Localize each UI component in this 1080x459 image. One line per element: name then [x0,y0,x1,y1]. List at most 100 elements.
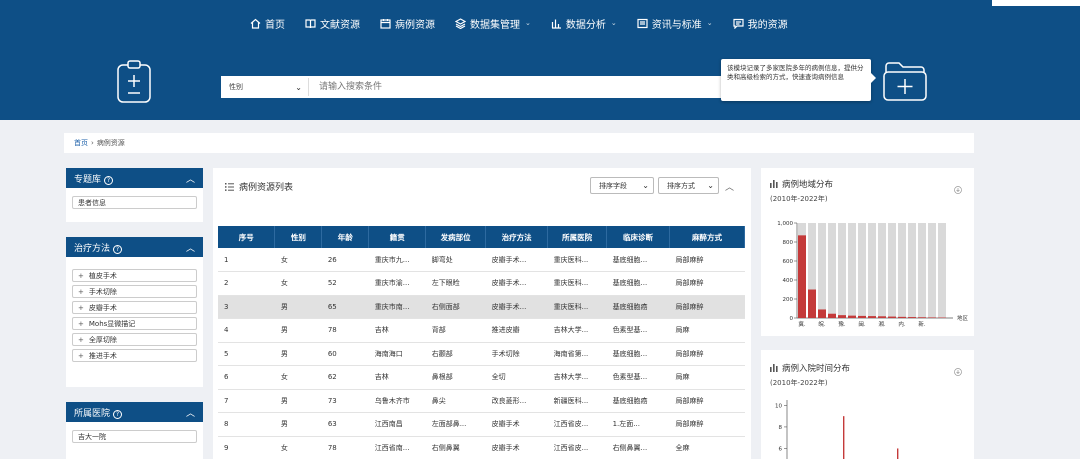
collapse-icon[interactable]: ︿ [725,180,734,193]
treatment-item[interactable]: + 植皮手术 [72,269,197,282]
chevron-up-icon[interactable]: ︿ [186,172,195,185]
table-row[interactable]: 6 女 62 吉林 鼻根部 全切 吉林大学... 色素型基... 局麻 [218,365,745,390]
column-header[interactable]: 麻醉方式 [669,226,745,248]
x-tick-label: 新. [918,320,926,328]
table-cell: 女 [274,248,322,272]
search-input[interactable] [309,78,739,96]
column-header[interactable]: 序号 [218,226,276,248]
table-cell: 78 [321,318,369,343]
table-cell: 局部麻醉 [669,271,745,296]
table-row[interactable]: 9 女 78 江西省南... 右侧鼻翼 皮瓣手术 江西省皮... 右侧鼻翼... 全麻 [218,436,745,459]
table-cell: 1.左面... [606,412,670,437]
table-cell: 局部麻醉 [669,412,745,437]
treatment-panel: 治疗方法? ︿ + 植皮手术 + 手术切除 + 皮瓣手术 + Mohs显微描记 + 全厚切除 + 推进… [66,237,203,387]
chevron-down-icon: ⌄ [525,19,531,27]
column-header[interactable]: 籍贯 [368,226,427,248]
plus-icon: + [78,287,84,296]
treatment-item[interactable]: + 皮瓣手术 [72,301,197,314]
table-row[interactable]: 1 女 26 重庆市九... 脚弯处 皮瓣手术... 重庆医科... 基底细胞... 局部麻醉 [218,248,745,272]
nav-item-5[interactable]: 资讯与标准 ⌄ [637,16,713,31]
treatment-item[interactable]: + 手术切除 [72,285,197,298]
background-bar [898,223,906,318]
chevron-down-icon: ⌄ [610,19,617,27]
data-bar [878,316,886,318]
treatment-panel-header[interactable]: 治疗方法? ︿ [66,237,203,257]
table-cell: 重庆市南... [368,295,426,319]
table-cell: 基底细胞癌 [606,295,670,319]
y-tick-label: 200 [783,297,794,303]
nav-item-6[interactable]: 我的资源 [733,16,788,31]
table-header-row: 序号 性别 年龄 籍贯 发病部位 治疗方法 所属医院 临床诊断 麻醉方式 [218,226,745,248]
sort-order-select[interactable]: 排序方式 ⌄ [658,177,719,194]
treatment-item[interactable]: + 推进手术 [72,349,197,362]
table-cell: 重庆医科... [547,271,607,296]
sort-field-select[interactable]: 排序字段 ⌄ [590,177,654,194]
table-cell: 60 [321,342,369,366]
table-cell: 女 [274,271,322,296]
book-icon [305,18,316,28]
table-row[interactable]: 8 男 63 江西南昌 左面部鼻... 皮瓣手术 江西省皮... 1.左面... 局部麻醉 [218,412,745,437]
chevron-up-icon[interactable]: ︿ [186,406,195,419]
table-cell: 全麻 [669,436,745,459]
hospital-panel-header[interactable]: 所属医院? ︿ [66,402,203,422]
plus-icon: + [78,271,84,280]
add-folder-icon[interactable] [882,58,928,104]
column-header[interactable]: 临床诊断 [606,226,671,248]
calendar-icon [380,18,391,29]
chevron-up-icon[interactable]: ︿ [186,241,195,254]
column-header[interactable]: 治疗方法 [485,226,549,248]
table-cell: 5 [218,342,275,366]
x-axis-label: 地区 [957,314,969,322]
treatment-item[interactable]: + 全厚切除 [72,333,197,346]
hospital-panel: 所属医院? ︿ 吉大一院 [66,402,203,459]
table-cell: 基底细胞癌 [606,389,670,413]
nav-item-0[interactable]: 首页 [250,16,285,31]
column-header[interactable]: 发病部位 [425,226,487,248]
table-cell: 鼻根部 [425,365,486,390]
nav-item-1[interactable]: 文献资源 [305,16,360,31]
table-row[interactable]: 5 男 60 海南海口 右颧部 手术切除 海南省第... 基底细胞... 局部麻醉 [218,342,745,366]
help-icon: ? [104,175,114,185]
nav-item-label: 数据分析 [565,19,606,31]
x-tick-label: 闽. [858,320,866,328]
table-row[interactable]: 3 男 65 重庆市南... 右侧面部 皮瓣手术... 重庆医科... 基底细胞癌 局部麻醉 [218,295,745,319]
nav-item-label: 资讯与标准 [651,19,702,31]
y-tick-label: 600 [783,259,794,265]
table-cell: 基底细胞... [606,271,670,296]
nav-item-2[interactable]: 病例资源 [380,16,435,31]
y-tick-label: 6 [779,446,783,452]
table-cell: 右侧面部 [425,295,486,319]
table-row[interactable]: 2 女 52 重庆市渝... 左下眼睑 皮瓣手术... 重庆医科... 基底细胞... 局部麻醉 [218,271,745,296]
sort-field-value: 排序字段 [599,181,627,190]
table-cell: 7 [218,389,275,413]
table-row[interactable]: 4 男 78 吉林 背部 推进皮瓣 吉林大学... 色素型基... 局麻 [218,318,745,343]
table-cell: 江西省皮... [547,436,607,459]
table-cell: 皮瓣手术 [485,436,548,459]
topic-panel-header[interactable]: 专题库? ︿ [66,168,203,188]
column-header[interactable]: 所属医院 [547,226,608,248]
nav-item-4[interactable]: 数据分析 ⌄ [551,16,617,31]
table-cell: 73 [321,389,369,413]
nav-item-3[interactable]: 数据集管理 ⌄ [455,16,531,31]
column-header[interactable]: 年龄 [321,226,370,248]
hospital-item[interactable]: 吉大一院 [72,430,197,443]
table-row[interactable]: 7 男 73 乌鲁木齐市 鼻尖 改良菱形... 新疆医科... 基底细胞癌 局部麻醉 [218,389,745,413]
treatment-item[interactable]: + Mohs显微描记 [72,317,197,330]
topic-item[interactable]: 患者信息 [72,196,197,209]
table-cell: 江西省皮... [547,412,607,437]
background-bar [818,223,826,318]
data-bar [828,313,836,318]
table-cell: 男 [274,342,322,366]
chevron-down-icon: ⌄ [295,82,302,92]
search-field-select[interactable]: 性别 ⌄ [223,78,309,96]
breadcrumb-home-link[interactable]: 首页 [74,138,88,148]
breadcrumb: 首页 › 病例资源 [64,133,974,153]
column-header[interactable]: 性别 [274,226,323,248]
time-bar-chart: 6 8 10 [775,400,899,459]
help-icon: ? [113,409,123,419]
data-bar [798,235,806,318]
table-cell: 皮瓣手术... [485,295,548,319]
data-bar [928,317,936,318]
plus-icon: + [78,303,84,312]
table-cell: 78 [321,436,369,459]
